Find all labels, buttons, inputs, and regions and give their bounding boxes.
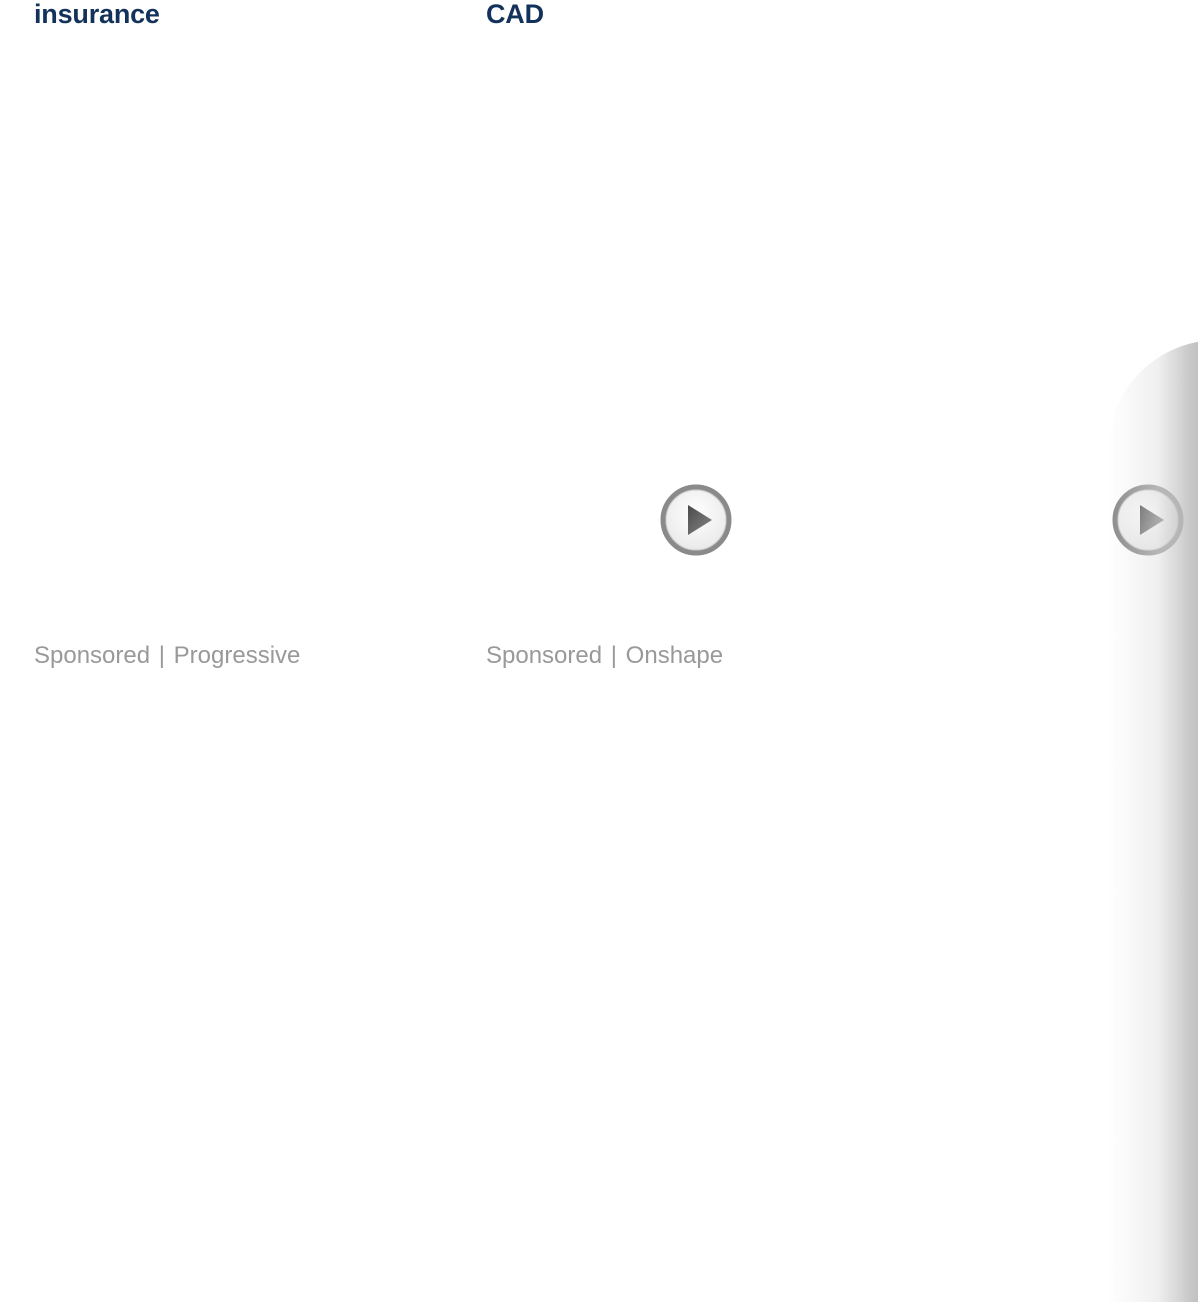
sponsored-card-onshape[interactable]: CAD Sponsored | Onshape — [486, 0, 906, 700]
sponsored-card-progressive[interactable]: insurance Sponsored | Progressive — [34, 0, 454, 700]
play-icon — [660, 484, 732, 556]
card-title[interactable]: insurance — [34, 0, 160, 32]
sponsor-line: Sponsored | Onshape — [486, 640, 723, 672]
advertiser-name[interactable]: Onshape — [626, 642, 723, 669]
separator: | — [610, 642, 617, 669]
card-title[interactable]: CAD — [486, 0, 544, 32]
play-icon — [1112, 484, 1184, 556]
advertiser-name[interactable]: Progressive — [174, 642, 301, 669]
sponsor-line: Sponsored | Progressive — [34, 640, 300, 672]
sponsored-label: Sponsored — [34, 642, 151, 669]
separator: | — [158, 642, 165, 669]
sponsored-label: Sponsored — [486, 642, 603, 669]
play-button[interactable] — [1112, 484, 1184, 556]
page: insurance Sponsored | Progressive CAD Sp… — [0, 0, 1198, 1302]
play-button[interactable] — [660, 484, 732, 556]
